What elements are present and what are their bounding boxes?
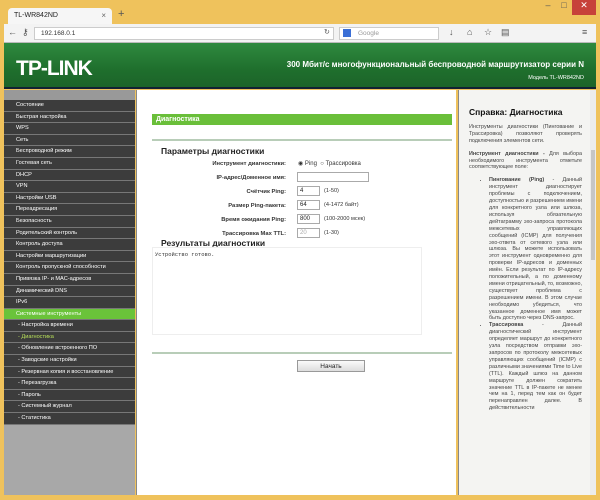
start-button[interactable]: Начать xyxy=(297,360,365,372)
new-tab-button[interactable]: + xyxy=(118,8,124,20)
timeout-input[interactable]: 800 xyxy=(297,214,320,224)
section-header: Диагностика xyxy=(152,114,452,125)
sidebar-item[interactable]: Беспроводной режим xyxy=(4,146,135,158)
count-hint: (1-50) xyxy=(324,188,339,194)
ttl-label: Трассировка Max TTL: xyxy=(222,231,286,237)
router-banner: TP-LINK 300 Мбит/с многофункциональный б… xyxy=(4,43,596,89)
count-input[interactable]: 4 xyxy=(297,186,320,196)
sidebar-item[interactable]: Динамический DNS xyxy=(4,285,135,298)
radio-ping-label: Ping xyxy=(304,161,317,167)
sidebar-subitem[interactable]: - Пароль xyxy=(4,389,135,402)
menu-icon[interactable]: ≡ xyxy=(582,27,587,37)
sidebar-item[interactable]: VPN xyxy=(4,181,135,193)
help-tool: Инструмент диагностики - Для выбора необ… xyxy=(469,151,582,172)
main-panel: Диагностика Параметры диагностики Инстру… xyxy=(136,90,456,495)
ttl-hint: (1-30) xyxy=(324,230,339,236)
help-ping-term: Пингование (Ping) xyxy=(489,177,545,184)
help-trace-term: Трассировка xyxy=(489,322,524,329)
sidebar-item[interactable]: Контроль пропускной способности xyxy=(4,262,135,274)
url-input[interactable]: 192.168.0.1 xyxy=(34,27,334,40)
sidebar-item[interactable]: Системные инструменты xyxy=(4,308,135,321)
home-icon[interactable]: ⌂ xyxy=(467,27,472,37)
sidebar-item[interactable]: IPv6 xyxy=(4,297,135,309)
help-panel: Справка: Диагностика Инструменты диагнос… xyxy=(458,90,596,495)
sidebar-item[interactable]: Родительский контроль xyxy=(4,227,135,240)
help-intro: Инструменты диагностики (Пингование и Тр… xyxy=(469,123,582,144)
browser-tab[interactable]: TL-WR842ND × xyxy=(8,8,112,25)
banner-model: Модель TL-WR842ND xyxy=(528,75,584,81)
count-label: Счётчик Ping: xyxy=(246,189,286,195)
sidebar-item[interactable]: Настройки маршрутизации xyxy=(4,250,135,263)
tab-title: TL-WR842ND xyxy=(14,12,58,19)
banner-title: 300 Мбит/с многофункциональный беспровод… xyxy=(286,60,584,69)
tab-bar: TL-WR842ND × + – □ ✕ xyxy=(0,0,600,25)
sidebar-subitem[interactable]: - Системный журнал xyxy=(4,401,135,414)
help-tool-term: Инструмент диагностики - xyxy=(469,150,545,157)
sidebar-item[interactable]: WPS xyxy=(4,123,135,135)
help-trace-desc: - Данный диагностический инструмент опре… xyxy=(489,322,582,412)
sidebar-subitem[interactable]: - Резервная копия и восстановление xyxy=(4,366,135,379)
size-input[interactable]: 64 xyxy=(297,200,320,210)
sidebar: Состояние Быстрая настройка WPS Сеть Беспров… xyxy=(4,90,135,495)
back-icon[interactable]: ← xyxy=(8,27,17,37)
sidebar-item[interactable]: Безопасность xyxy=(4,215,135,228)
maximize-button[interactable]: □ xyxy=(556,0,572,15)
google-icon[interactable] xyxy=(343,29,351,37)
radio-trace-label: Трассировка xyxy=(325,161,361,167)
help-ping: Пингование (Ping) - Данный инструмент ди… xyxy=(489,177,582,322)
sidebar-item[interactable]: Настройки USB xyxy=(4,192,135,205)
reload-icon[interactable]: ↻ xyxy=(324,28,330,36)
clipboard-icon[interactable]: ▤ xyxy=(501,27,510,38)
sidebar-subitem[interactable]: - Обновление встроенного ПО xyxy=(4,343,135,356)
sidebar-subitem[interactable]: - Настройка времени xyxy=(4,320,135,332)
help-ping-desc: - Данный инструмент диагностирует пробле… xyxy=(489,177,582,322)
results-box: Устройство готово. xyxy=(152,247,422,335)
sidebar-item[interactable]: Состояние xyxy=(4,100,135,112)
help-trace: Трассировка - Данный диагностический инс… xyxy=(489,322,582,412)
sidebar-subitem[interactable]: - Статистика xyxy=(4,413,135,425)
ttl-input[interactable]: 20 xyxy=(297,228,320,238)
sidebar-subitem[interactable]: - Перезагрузка xyxy=(4,378,135,390)
sidebar-item[interactable]: Гостевая сеть xyxy=(4,157,135,170)
timeout-hint: (100-2000 мсек) xyxy=(324,216,366,222)
sidebar-subitem[interactable]: - Диагностика xyxy=(4,331,135,344)
key-icon[interactable]: ⚷ xyxy=(22,27,29,38)
minimize-button[interactable]: – xyxy=(540,0,556,15)
bookmark-icon[interactable]: ☆ xyxy=(484,27,492,38)
tool-radio-group: ◉ Ping ○ Трассировка xyxy=(298,160,361,167)
size-hint: (4-1472 байт) xyxy=(324,202,359,208)
tool-label: Инструмент диагностики: xyxy=(212,161,286,167)
close-tab-icon[interactable]: × xyxy=(101,11,106,20)
ip-input[interactable] xyxy=(297,172,369,182)
sidebar-item[interactable]: Контроль доступа xyxy=(4,239,135,251)
sidebar-item[interactable]: DHCP xyxy=(4,169,135,182)
sidebar-item[interactable]: Сеть xyxy=(4,134,135,147)
timeout-label: Время ожидания Ping: xyxy=(221,217,286,223)
sidebar-subitem[interactable]: - Заводские настройки xyxy=(4,355,135,367)
help-title: Справка: Диагностика xyxy=(469,107,563,117)
params-title: Параметры диагностики xyxy=(161,146,265,156)
nav-bar: ← ⚷ 192.168.0.1 ↻ Google ↓ ⌂ ☆ ▤ ≡ xyxy=(4,24,596,43)
ip-label: IP-адрес/Доменное имя: xyxy=(216,175,286,181)
sidebar-item[interactable]: Быстрая настройка xyxy=(4,111,135,124)
sidebar-item[interactable]: Привязка IP- и MAC-адресов xyxy=(4,273,135,286)
sidebar-item[interactable]: Переадресация xyxy=(4,204,135,216)
tp-link-logo: TP-LINK xyxy=(16,57,93,80)
help-scrollbar[interactable] xyxy=(590,90,596,495)
radio-ping[interactable]: ◉ Ping xyxy=(298,161,317,167)
radio-trace[interactable]: ○ Трассировка xyxy=(320,161,361,167)
close-window-button[interactable]: ✕ xyxy=(572,0,596,15)
size-label: Размер Ping-пакета: xyxy=(228,203,286,209)
search-input[interactable]: Google xyxy=(339,27,439,40)
download-icon[interactable]: ↓ xyxy=(449,27,454,37)
